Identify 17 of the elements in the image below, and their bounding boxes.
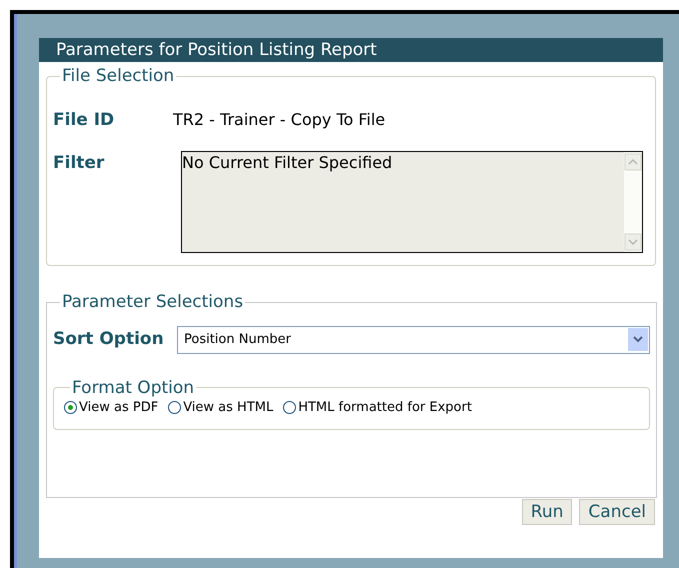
chevron-down-icon [628,328,648,351]
cancel-button[interactable]: Cancel [579,499,655,525]
field-label: File ID [53,108,116,132]
format-radio[interactable]: HTML formatted for Export [283,398,472,417]
run-button[interactable]: Run [522,499,572,525]
scrollbar-icon [624,152,642,252]
field-label: Filter [53,152,106,175]
filter-field[interactable]: No Current Filter Specified [181,151,643,253]
group-legend: Format Option [70,378,196,398]
field-label: Sort Option [53,328,165,351]
format-radio[interactable]: View as PDF [64,398,158,417]
group-legend: File Selection [60,64,176,90]
sort-option-dropdown[interactable]: Position Number [177,326,650,354]
group-legend: Parameter Selections [60,290,246,316]
file-id-value: TR2 - Trainer - Copy To File [173,109,386,132]
dialog-title: Parameters for Position Listing Report [39,38,663,62]
format-radio[interactable]: View as HTML [168,398,274,417]
